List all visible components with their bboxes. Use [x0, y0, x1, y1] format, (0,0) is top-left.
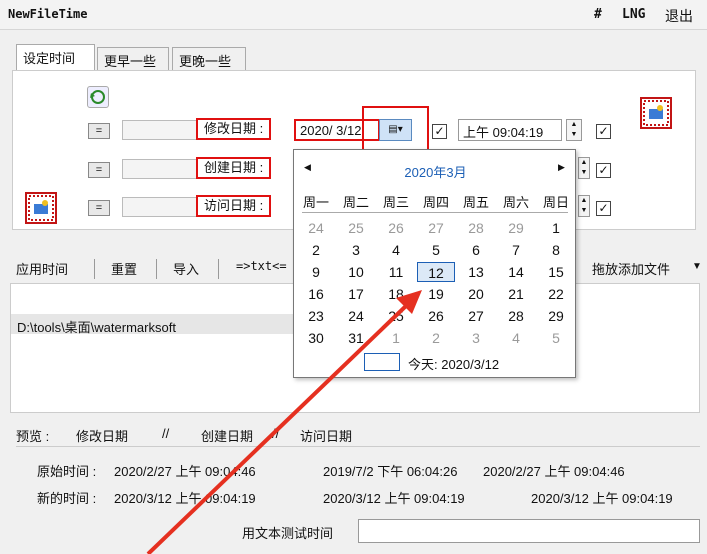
annotation-arrow — [146, 290, 422, 554]
